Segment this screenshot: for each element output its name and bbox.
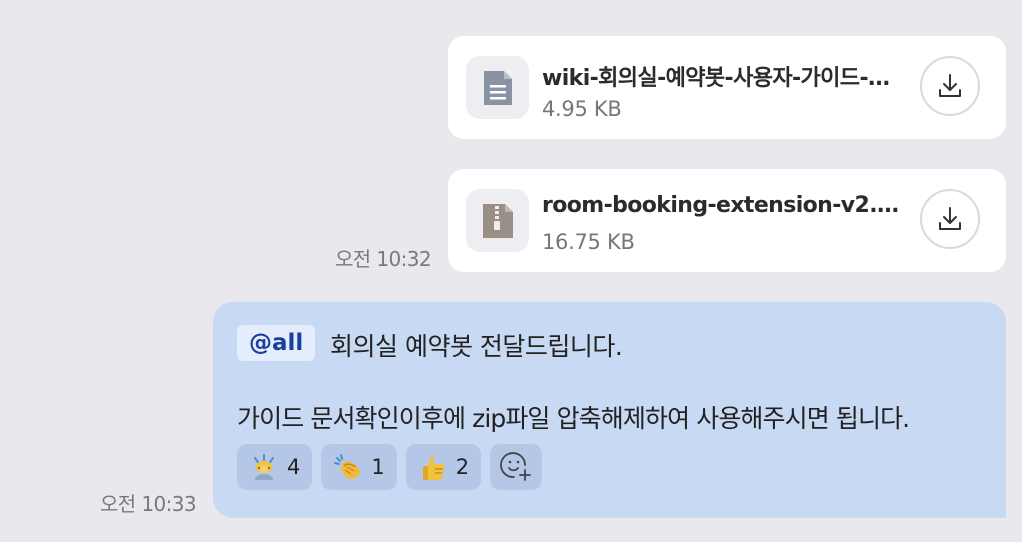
message-timestamp: 오전 10:32 xyxy=(335,247,432,271)
reaction-count: 2 xyxy=(455,455,470,479)
download-button[interactable] xyxy=(920,56,980,116)
mention-tag[interactable]: @all xyxy=(237,325,316,361)
document-icon xyxy=(466,56,529,119)
thumbs-up-icon xyxy=(422,455,445,480)
reaction-bar: 4 1 2 xyxy=(237,444,543,490)
reaction-clap[interactable]: 1 xyxy=(321,444,397,490)
message-bubble: @all 회의실 예약봇 전달드립니다. 가이드 문서확인이후에 zip파일 압… xyxy=(213,302,1006,518)
clapping-hands-icon xyxy=(334,454,361,479)
bowing-person-icon xyxy=(254,454,274,480)
add-reaction-button[interactable] xyxy=(490,444,543,490)
file-name[interactable]: wiki-회의실-예약봇-사용자-가이드-… xyxy=(542,60,902,92)
message-text: 가이드 문서확인이후에 zip파일 압축해제하여 사용해주시면 됩니다. xyxy=(237,404,910,433)
message-text: 회의실 예약봇 전달드립니다. xyxy=(330,332,623,361)
reaction-thumbsup[interactable]: 2 xyxy=(405,444,482,490)
message-timestamp: 오전 10:33 xyxy=(100,492,197,516)
reaction-bowing[interactable]: 4 xyxy=(237,444,313,490)
download-button[interactable] xyxy=(920,189,980,249)
file-attachment-card[interactable]: room-booking-extension-v2.zip 16.75 KB xyxy=(448,169,1006,272)
reaction-count: 4 xyxy=(287,455,301,479)
zip-archive-icon xyxy=(466,189,529,252)
reaction-count: 1 xyxy=(371,455,385,479)
add-reaction-icon xyxy=(500,452,532,481)
file-size: 4.95 KB xyxy=(542,97,622,121)
download-icon xyxy=(939,207,961,230)
download-icon xyxy=(939,74,961,97)
file-name[interactable]: room-booking-extension-v2.zip xyxy=(542,193,902,218)
file-size: 16.75 KB xyxy=(542,230,635,254)
file-attachment-card[interactable]: wiki-회의실-예약봇-사용자-가이드-… 4.95 KB xyxy=(448,36,1006,139)
